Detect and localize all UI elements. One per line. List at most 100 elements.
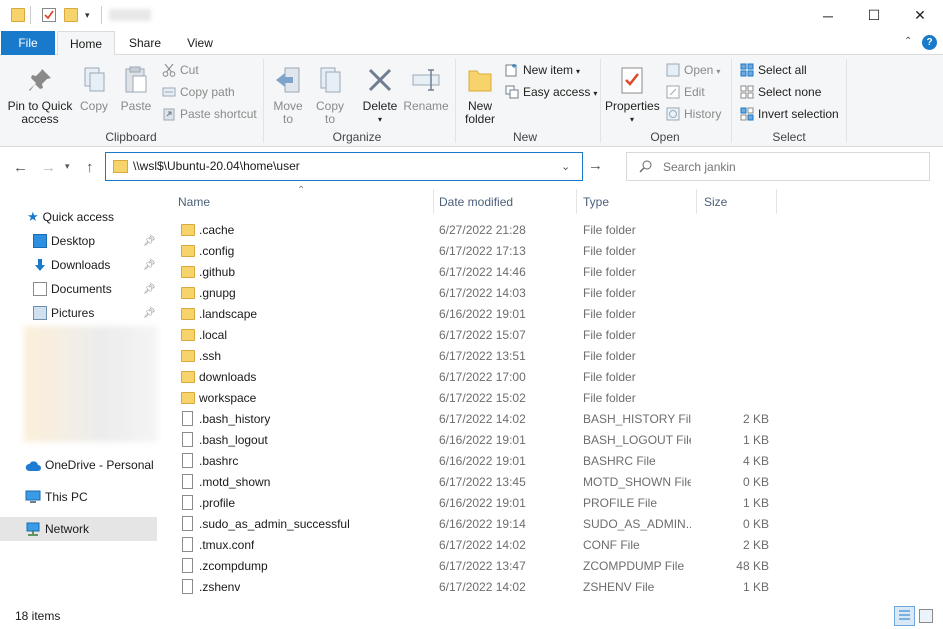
address-dropdown-chevron-icon[interactable]: ⌄ (561, 160, 570, 173)
nav-item-downloads[interactable]: Downloads (33, 254, 110, 276)
file-row[interactable]: .profile 6/16/2022 19:01 PROFILE File 1 KB (163, 493, 943, 514)
nav-item-pictures[interactable]: Pictures (33, 302, 94, 324)
new-folder-button[interactable]: New folder (460, 65, 500, 126)
pin-icon[interactable]: 📌︎ (143, 236, 156, 247)
back-arrow-icon[interactable]: ← (13, 159, 28, 176)
file-row[interactable]: .tmux.conf 6/17/2022 14:02 CONF File 2 KB (163, 535, 943, 556)
invert-selection-button[interactable]: Invert selection (740, 105, 839, 123)
minimize-button[interactable]: ─ (805, 0, 851, 31)
paste-button[interactable]: Paste (117, 65, 155, 113)
paste-shortcut-button[interactable]: Paste shortcut (162, 105, 257, 123)
copy-to-label-2: to (324, 112, 335, 126)
close-button[interactable]: ✕ (897, 0, 943, 31)
blurred-pinned-items (24, 326, 158, 442)
file-size: 2 KB (742, 538, 769, 552)
file-row[interactable]: downloads 6/17/2022 17:00 File folder (163, 367, 943, 388)
up-arrow-icon[interactable]: ↑ (86, 159, 94, 176)
nav-this-pc[interactable]: This PC (25, 486, 88, 508)
open-button[interactable]: Open ▾ (666, 61, 720, 79)
onedrive-label: OneDrive - Personal (45, 458, 154, 472)
nav-network[interactable]: Network (25, 518, 89, 540)
nav-item-desktop[interactable]: Desktop (33, 230, 95, 252)
pin-to-quick-access-button[interactable]: Pin to Quick access (4, 65, 76, 126)
pin-icon[interactable]: 📌︎ (143, 260, 156, 271)
cut-button[interactable]: Cut (162, 61, 199, 79)
history-button[interactable]: History (666, 105, 721, 123)
file-type: PROFILE File (583, 496, 658, 510)
file-name: .landscape (199, 307, 258, 321)
address-bar[interactable]: \\wsl$\Ubuntu-20.04\home\user ⌄ (105, 152, 583, 181)
file-list: ⌃ Name Date modified Type Size .cache 6/2… (163, 185, 943, 604)
nav-item-documents[interactable]: Documents (33, 278, 112, 300)
file-row[interactable]: .motd_shown 6/17/2022 13:45 MOTD_SHOWN Fil… (163, 472, 943, 493)
properties-button[interactable]: Properties ▾ (605, 65, 660, 126)
collapse-ribbon-icon[interactable]: ⌃ (904, 36, 912, 47)
column-header-date[interactable]: Date modified (439, 195, 513, 209)
refresh-go-arrow-icon[interactable]: → (588, 157, 603, 174)
pin-icon[interactable]: 📌︎ (143, 284, 156, 295)
file-date: 6/17/2022 13:51 (439, 349, 526, 363)
tab-view[interactable]: View (177, 31, 223, 55)
file-row[interactable]: .zshenv 6/17/2022 14:02 ZSHENV File 1 KB (163, 577, 943, 598)
computer-icon (25, 489, 41, 503)
copy-button[interactable]: Copy (76, 65, 112, 113)
search-input[interactable] (663, 158, 913, 176)
file-row[interactable]: .github 6/17/2022 14:46 File folder (163, 262, 943, 283)
file-row[interactable]: .landscape 6/16/2022 19:01 File folder (163, 304, 943, 325)
copy-path-button[interactable]: Copy path (162, 83, 235, 101)
column-divider[interactable] (576, 189, 577, 214)
file-row[interactable]: .sudo_as_admin_successful 6/16/2022 19:14… (163, 514, 943, 535)
file-row[interactable]: .local 6/17/2022 15:07 File folder (163, 325, 943, 346)
customize-dropdown-icon[interactable]: ▾ (85, 10, 99, 24)
large-icons-view-icon[interactable] (919, 609, 933, 623)
file-row[interactable]: workspace 6/17/2022 15:02 File folder (163, 388, 943, 409)
folder-icon (181, 266, 195, 278)
help-icon[interactable]: ? (922, 35, 937, 50)
file-row[interactable]: .bash_logout 6/16/2022 19:01 BASH_LOGOUT F… (163, 430, 943, 451)
rename-button[interactable]: Rename (403, 65, 449, 113)
recent-locations-chevron-icon[interactable]: ▾ (65, 161, 70, 172)
file-row[interactable]: .gnupg 6/17/2022 14:03 File folder (163, 283, 943, 304)
maximize-button[interactable]: ☐ (851, 0, 897, 31)
paste-label: Paste (120, 99, 152, 113)
file-row[interactable]: .bashrc 6/16/2022 19:01 BASHRC File 4 KB (163, 451, 943, 472)
search-box[interactable] (626, 152, 930, 181)
file-size (696, 388, 769, 409)
column-header-type[interactable]: Type (583, 195, 609, 209)
file-date: 6/17/2022 14:02 (439, 412, 526, 426)
details-view-icon[interactable] (894, 606, 915, 626)
file-icon (182, 558, 193, 573)
search-icon (639, 159, 653, 176)
file-row[interactable]: .ssh 6/17/2022 13:51 File folder (163, 346, 943, 367)
tab-home[interactable]: Home (57, 31, 115, 56)
properties-check-icon[interactable] (42, 8, 56, 22)
pin-icon[interactable]: 📌︎ (143, 308, 156, 319)
delete-button[interactable]: Delete ▾ (360, 65, 400, 126)
copy-to-button[interactable]: Copy to (312, 65, 348, 126)
column-divider[interactable] (776, 189, 777, 214)
nav-onedrive[interactable]: OneDrive - Personal (25, 454, 154, 476)
forward-arrow-icon[interactable]: → (41, 159, 56, 176)
move-to-button[interactable]: Move to (270, 65, 306, 126)
file-name: .sudo_as_admin_successful (199, 517, 350, 531)
address-path[interactable]: \\wsl$\Ubuntu-20.04\home\user (133, 153, 300, 180)
new-item-button[interactable]: New item ▾ (505, 61, 580, 79)
column-divider[interactable] (696, 189, 697, 214)
nav-quick-access[interactable]: ★ Quick access (27, 206, 114, 228)
column-divider[interactable] (433, 189, 434, 214)
file-row[interactable]: .cache 6/27/2022 21:28 File folder (163, 220, 943, 241)
column-header-size[interactable]: Size (704, 195, 727, 209)
new-folder-icon[interactable] (64, 8, 78, 22)
file-date: 6/17/2022 15:07 (439, 328, 526, 342)
file-row[interactable]: .bash_history 6/17/2022 14:02 BASH_HISTORY… (163, 409, 943, 430)
select-none-button[interactable]: Select none (740, 83, 821, 101)
tab-share[interactable]: Share (122, 31, 168, 55)
file-row[interactable]: .config 6/17/2022 17:13 File folder (163, 241, 943, 262)
file-row[interactable]: .zcompdump 6/17/2022 13:47 ZCOMPDUMP File 4… (163, 556, 943, 577)
easy-access-button[interactable]: Easy access ▾ (505, 83, 597, 101)
column-header-name[interactable]: Name (178, 195, 210, 209)
file-type: File folder (583, 391, 636, 405)
edit-button[interactable]: Edit (666, 83, 705, 101)
select-all-button[interactable]: Select all (740, 61, 807, 79)
tab-file[interactable]: File (1, 31, 55, 55)
